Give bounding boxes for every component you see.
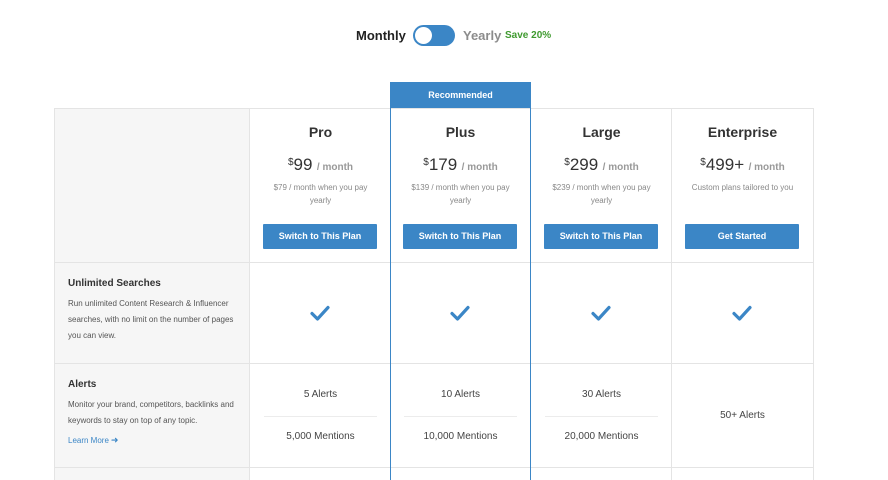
price-period: / month (461, 162, 498, 173)
cell-divider (264, 416, 377, 417)
feature-alerts: Alerts Monitor your brand, competitors, … (68, 379, 238, 448)
plan-name: Enterprise (707, 124, 778, 140)
get-started-button[interactable]: Get Started (685, 224, 799, 249)
billing-toggle-bar: Monthly Yearly Save 20% (0, 25, 888, 47)
switch-plan-button-pro[interactable]: Switch to This Plan (263, 224, 377, 249)
plan-price: $499+ / month (672, 155, 813, 175)
price-period: / month (748, 162, 785, 173)
feature-description: Run unlimited Content Research & Influen… (68, 299, 234, 340)
cell-divider (545, 416, 658, 417)
plan-name: Large (582, 124, 621, 140)
recommended-banner: Recommended (390, 82, 531, 108)
check-icon (732, 305, 752, 321)
feature-title: Unlimited Searches (68, 278, 161, 289)
alerts-count: 30 Alerts (582, 389, 621, 400)
plan-note: $139 / month when you pay yearly (411, 183, 510, 205)
row-divider (55, 467, 813, 468)
plan-price: $179 / month (390, 155, 531, 175)
yearly-label[interactable]: Yearly (463, 28, 501, 43)
price-period: / month (316, 162, 354, 173)
price-amount: 99 (293, 155, 313, 174)
plan-enterprise: Enterprise $499+ / month Custom plans ta… (672, 109, 813, 262)
plan-large: Large $299 / month $239 / month when you… (531, 109, 672, 262)
plan-pro: Pro $99 / month $79 / month when you pay… (250, 109, 391, 262)
price-period: / month (602, 162, 639, 173)
arrow-right-icon: ➜ (110, 435, 119, 445)
mentions-count: 10,000 Mentions (423, 431, 498, 442)
price-amount: 499+ (705, 155, 745, 174)
cell-divider (404, 416, 517, 417)
learn-more-label: Learn More (68, 436, 109, 445)
row-divider (55, 262, 813, 263)
mentions-count: 20,000 Mentions (564, 431, 639, 442)
alerts-count: 50+ Alerts (720, 410, 765, 421)
price-amount: 179 (428, 155, 458, 174)
plan-note: Custom plans tailored to you (691, 183, 794, 192)
feature-description: Monitor your brand, competitors, backlin… (68, 400, 234, 425)
plan-plus: Plus $179 / month $139 / month when you … (390, 109, 531, 262)
currency-symbol: $ (423, 157, 429, 168)
monthly-label[interactable]: Monthly (356, 28, 406, 43)
plan-price: $99 / month (250, 155, 391, 175)
switch-plan-button-plus[interactable]: Switch to This Plan (403, 224, 517, 249)
alerts-count: 10 Alerts (441, 389, 480, 400)
currency-symbol: $ (564, 157, 570, 168)
billing-toggle[interactable] (413, 25, 455, 46)
feature-title: Alerts (68, 379, 97, 390)
plan-price: $299 / month (531, 155, 672, 175)
toggle-knob (415, 27, 432, 44)
plan-name: Pro (308, 124, 333, 140)
learn-more-link[interactable]: Learn More ➜ (68, 435, 118, 446)
currency-symbol: $ (700, 157, 706, 168)
save-badge: Save 20% (505, 30, 552, 41)
alerts-count: 5 Alerts (303, 389, 338, 400)
check-icon (310, 305, 330, 321)
price-amount: 299 (569, 155, 599, 174)
feature-unlimited-searches: Unlimited Searches Run unlimited Content… (68, 278, 238, 344)
check-icon (591, 305, 611, 321)
plan-note: $239 / month when you pay yearly (552, 183, 651, 205)
currency-symbol: $ (287, 157, 294, 168)
mentions-count: 5,000 Mentions (286, 431, 355, 442)
plan-name: Plus (445, 124, 476, 140)
check-icon (450, 305, 470, 321)
row-divider (55, 363, 813, 364)
switch-plan-button-large[interactable]: Switch to This Plan (544, 224, 658, 249)
plan-note: $79 / month when you pay yearly (273, 183, 368, 205)
